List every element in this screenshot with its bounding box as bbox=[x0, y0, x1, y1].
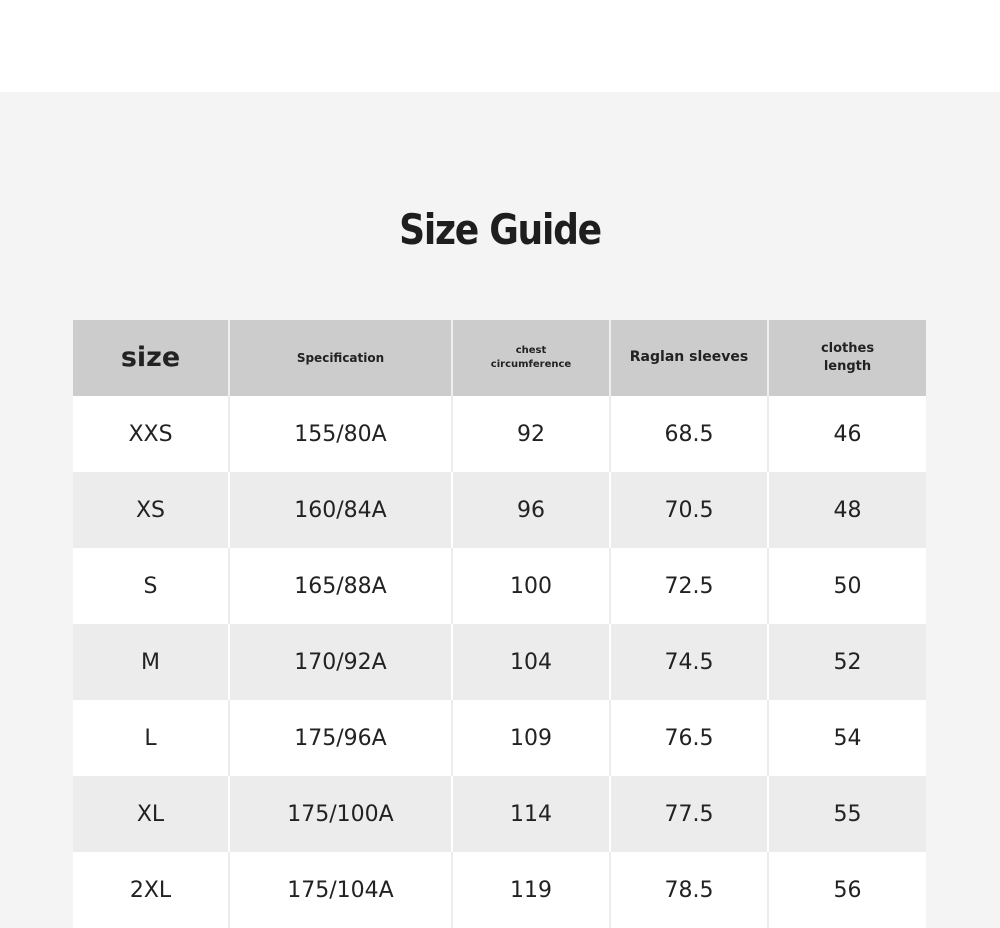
cell-size: XXS bbox=[73, 396, 230, 472]
cell-length: 50 bbox=[768, 548, 926, 624]
cell-specification: 165/88A bbox=[229, 548, 453, 624]
cell-length: 54 bbox=[768, 700, 926, 776]
cell-size: XS bbox=[73, 472, 230, 548]
cell-size: M bbox=[73, 624, 230, 700]
cell-chest: 96 bbox=[452, 472, 611, 548]
header-chest-line2: circumference bbox=[490, 359, 572, 370]
table-row: S 165/88A 100 72.5 50 bbox=[73, 548, 926, 624]
cell-raglan: 77.5 bbox=[610, 776, 769, 852]
cell-raglan: 78.5 bbox=[610, 852, 769, 928]
cell-length: 52 bbox=[768, 624, 926, 700]
table-row: M 170/92A 104 74.5 52 bbox=[73, 624, 926, 700]
table-row: L 175/96A 109 76.5 54 bbox=[73, 700, 926, 776]
cell-chest: 119 bbox=[452, 852, 611, 928]
cell-raglan: 76.5 bbox=[610, 700, 769, 776]
cell-chest: 114 bbox=[452, 776, 611, 852]
cell-chest: 100 bbox=[452, 548, 611, 624]
cell-size: L bbox=[73, 700, 230, 776]
cell-raglan: 74.5 bbox=[610, 624, 769, 700]
cell-length: 56 bbox=[768, 852, 926, 928]
size-guide-table: size Specification chest circumference R… bbox=[73, 320, 926, 928]
header-raglan-label: Raglan sleeves bbox=[629, 349, 749, 366]
cell-specification: 160/84A bbox=[229, 472, 453, 548]
header-size: size bbox=[73, 320, 230, 396]
header-specification-label: Specification bbox=[296, 350, 385, 365]
cell-size: S bbox=[73, 548, 230, 624]
header-chest-circumference: chest circumference bbox=[452, 320, 611, 396]
cell-chest: 109 bbox=[452, 700, 611, 776]
cell-chest: 104 bbox=[452, 624, 611, 700]
cell-raglan: 68.5 bbox=[610, 396, 769, 472]
table-header-row: size Specification chest circumference R… bbox=[73, 320, 926, 396]
cell-specification: 175/104A bbox=[229, 852, 453, 928]
cell-size: 2XL bbox=[73, 852, 230, 928]
top-band bbox=[0, 0, 1000, 92]
cell-specification: 175/96A bbox=[229, 700, 453, 776]
cell-length: 55 bbox=[768, 776, 926, 852]
cell-length: 48 bbox=[768, 472, 926, 548]
page-title: Size Guide bbox=[399, 205, 602, 254]
table-row: XS 160/84A 96 70.5 48 bbox=[73, 472, 926, 548]
header-raglan-sleeves: Raglan sleeves bbox=[610, 320, 769, 396]
cell-chest: 92 bbox=[452, 396, 611, 472]
header-specification: Specification bbox=[229, 320, 453, 396]
table-row: 2XL 175/104A 119 78.5 56 bbox=[73, 852, 926, 928]
header-chest-line1: chest bbox=[515, 345, 547, 356]
cell-raglan: 72.5 bbox=[610, 548, 769, 624]
cell-specification: 175/100A bbox=[229, 776, 453, 852]
cell-specification: 170/92A bbox=[229, 624, 453, 700]
header-clothes-length: clothes length bbox=[768, 320, 926, 396]
cell-size: XL bbox=[73, 776, 230, 852]
table-row: XL 175/100A 114 77.5 55 bbox=[73, 776, 926, 852]
header-size-label: size bbox=[120, 342, 181, 374]
cell-length: 46 bbox=[768, 396, 926, 472]
header-length-line2: length bbox=[823, 359, 872, 374]
table-row: XXS 155/80A 92 68.5 46 bbox=[73, 396, 926, 472]
cell-specification: 155/80A bbox=[229, 396, 453, 472]
cell-raglan: 70.5 bbox=[610, 472, 769, 548]
header-length-line1: clothes bbox=[820, 340, 875, 356]
